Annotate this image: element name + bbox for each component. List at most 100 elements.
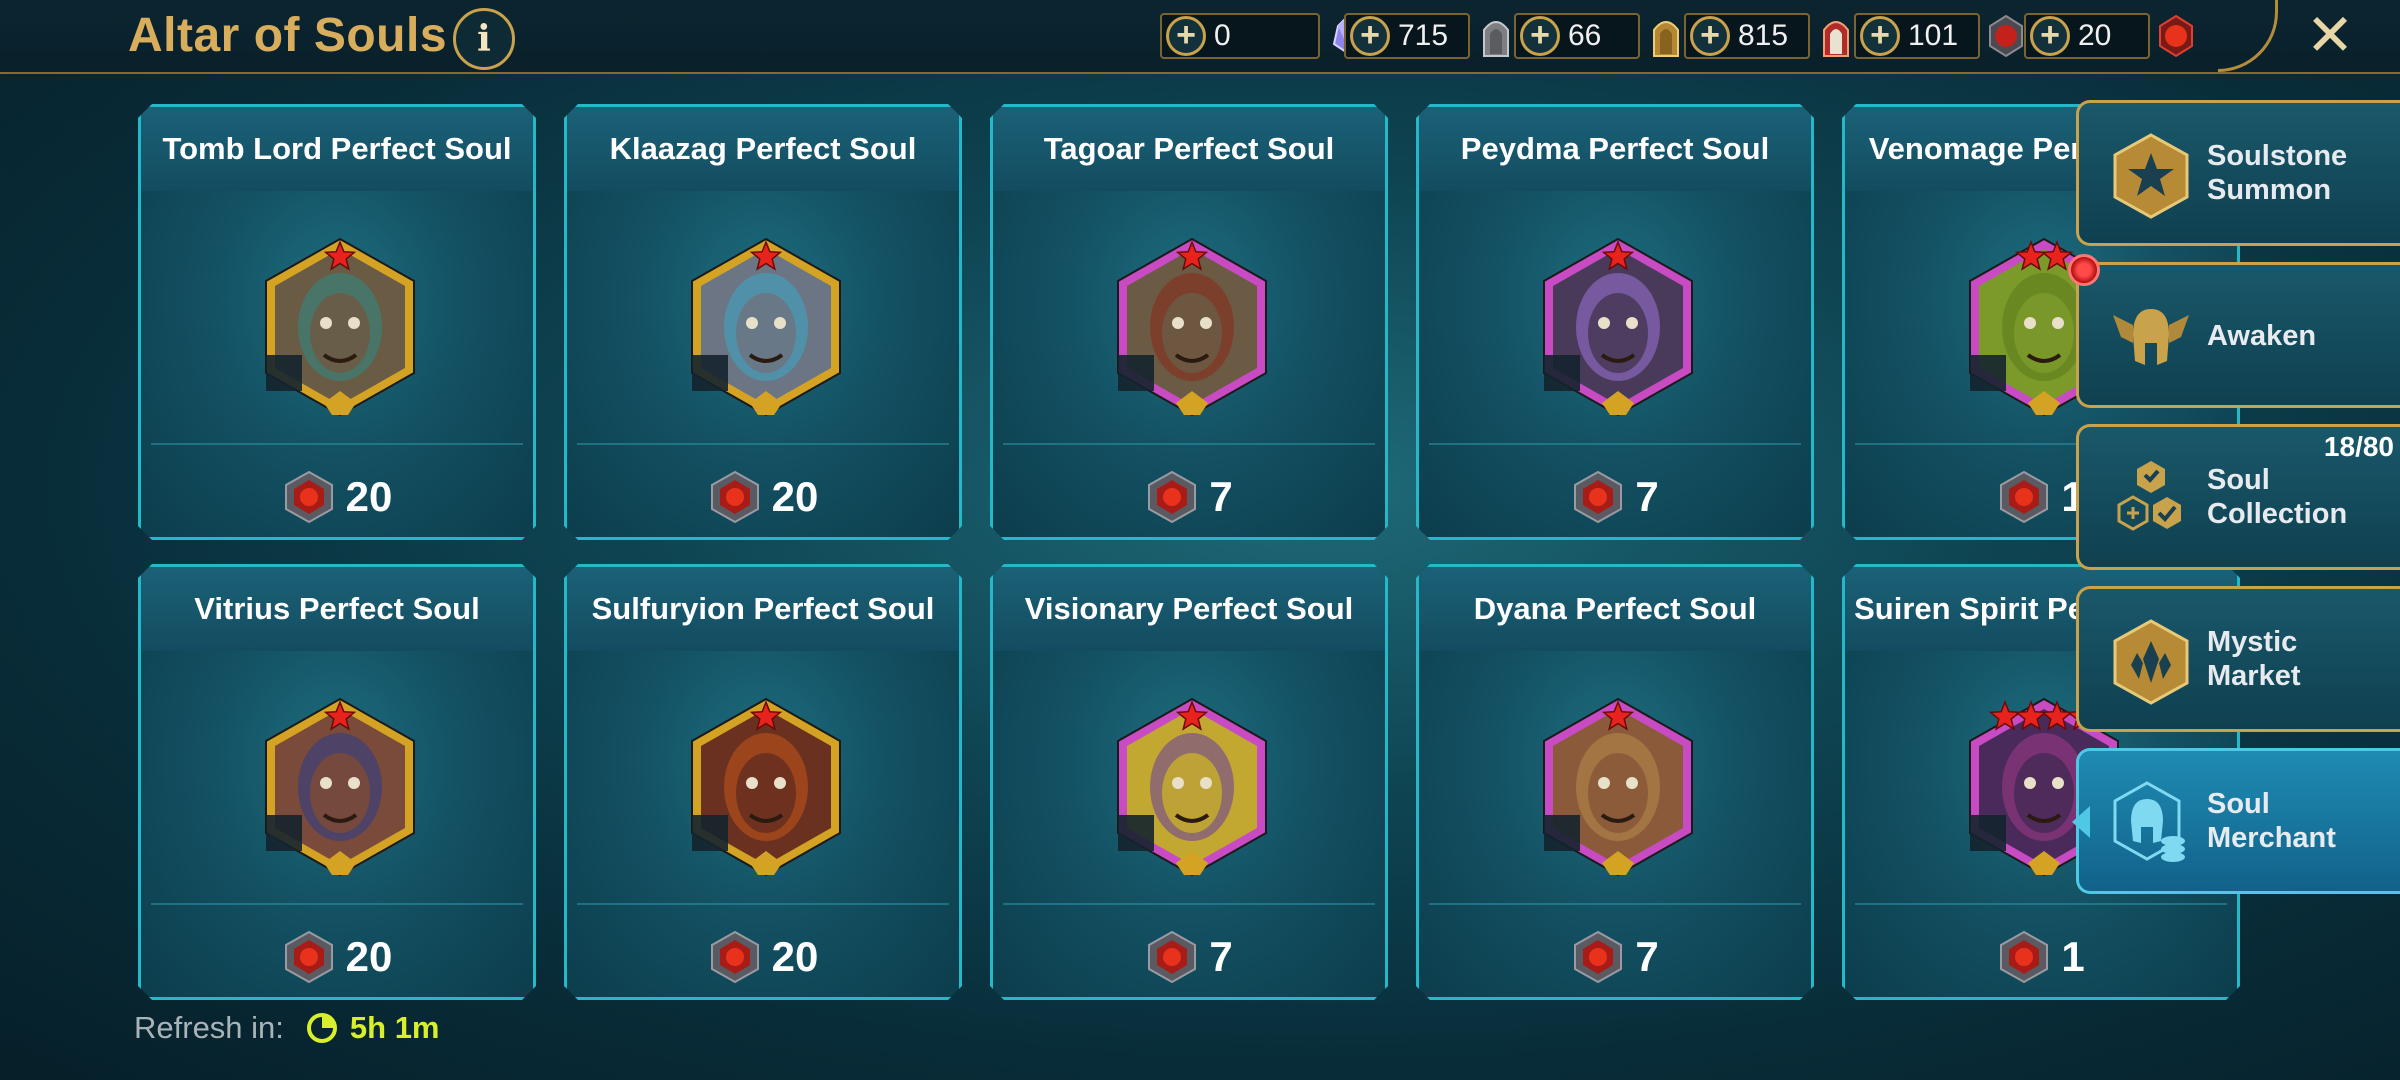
price-value: 1 xyxy=(2061,933,2085,980)
menu-label: Awaken xyxy=(2207,320,2317,352)
soulstone-icon xyxy=(708,930,762,984)
gold-shard-icon xyxy=(1653,21,1679,57)
top-bar: Altar of Souls i + 0 + 715 + 66 + 815 + … xyxy=(0,0,2400,74)
card-price: 7 xyxy=(1419,917,1811,997)
card-divider xyxy=(577,443,949,445)
menu-awaken[interactable]: Awaken xyxy=(2076,262,2400,408)
currency-slot: + 101 xyxy=(1854,10,2026,62)
card-price: 7 xyxy=(1419,457,1811,537)
champion-portrait xyxy=(1538,235,1698,419)
currency-value: 101 xyxy=(1908,19,1959,52)
champion-portrait xyxy=(1112,695,1272,879)
price-value: 20 xyxy=(771,933,819,980)
currency-slot: + 20 xyxy=(2024,10,2196,62)
currency-value: 0 xyxy=(1214,19,1231,52)
champion-portrait xyxy=(260,235,420,419)
currency-value: 715 xyxy=(1398,19,1449,52)
currency-value: 20 xyxy=(2078,19,2112,52)
winged-helmet-icon xyxy=(2113,309,2189,365)
currency-slot: + 66 xyxy=(1514,10,1686,62)
currency-value: 66 xyxy=(1568,19,1602,52)
clock-icon xyxy=(306,1013,337,1043)
menu-label: Soul Merchant xyxy=(2207,788,2336,854)
add-currency-button[interactable]: + xyxy=(1166,16,1206,56)
soul-card[interactable]: Peydma Perfect Soul 7 xyxy=(1416,104,1814,540)
corner-ornament xyxy=(2218,0,2278,72)
card-price: 7 xyxy=(993,917,1385,997)
add-currency-button[interactable]: + xyxy=(2030,16,2070,56)
card-divider xyxy=(577,903,949,905)
refresh-time: 5h 1m xyxy=(349,1010,440,1045)
currency-slot: + 715 xyxy=(1344,10,1516,62)
soul-card-title: Dyana Perfect Soul xyxy=(1419,567,1811,651)
soulstone-icon xyxy=(1571,930,1625,984)
soulstone-icon xyxy=(1571,470,1625,524)
soulstone-icon xyxy=(708,470,762,524)
menu-soul-merchant[interactable]: Soul Merchant xyxy=(2076,748,2400,894)
card-price: 20 xyxy=(567,457,959,537)
star-badge-icon xyxy=(2113,133,2189,219)
champion-portrait xyxy=(1538,695,1698,879)
red-shard-icon xyxy=(1823,21,1849,57)
currency-slot: + 815 xyxy=(1684,10,1856,62)
info-button[interactable]: i xyxy=(453,8,515,70)
price-value: 20 xyxy=(345,933,393,980)
refresh-label: Refresh in: xyxy=(134,1010,284,1045)
soul-card-title: Vitrius Perfect Soul xyxy=(141,567,533,651)
menu-label: Mystic Market xyxy=(2207,626,2301,692)
red-soulstone-icon xyxy=(2159,14,2193,58)
card-divider xyxy=(1429,443,1801,445)
soul-card[interactable]: Tomb Lord Perfect Soul 20 xyxy=(138,104,536,540)
price-value: 7 xyxy=(1209,473,1233,520)
menu-label: Soul Collection xyxy=(2207,464,2348,530)
card-price: 7 xyxy=(993,457,1385,537)
champion-portrait xyxy=(260,695,420,879)
stone-fragment-icon xyxy=(1483,21,1509,57)
refresh-timer: Refresh in: 5h 1m xyxy=(134,1010,440,1046)
add-currency-button[interactable]: + xyxy=(1350,16,1390,56)
soul-card[interactable]: Vitrius Perfect Soul 20 xyxy=(138,564,536,1000)
menu-mystic-market[interactable]: Mystic Market xyxy=(2076,586,2400,732)
soul-card[interactable]: Klaazag Perfect Soul 20 xyxy=(564,104,962,540)
soul-card-title: Peydma Perfect Soul xyxy=(1419,107,1811,191)
soul-card-title: Visionary Perfect Soul xyxy=(993,567,1385,651)
card-divider xyxy=(1429,903,1801,905)
soul-card-title: Tomb Lord Perfect Soul xyxy=(141,107,533,191)
soulstone-icon xyxy=(282,470,336,524)
currency-value: 815 xyxy=(1738,19,1789,52)
soul-card-title: Klaazag Perfect Soul xyxy=(567,107,959,191)
card-price: 20 xyxy=(141,917,533,997)
card-price: 1 xyxy=(1845,917,2237,997)
notification-dot xyxy=(2068,254,2100,286)
menu-soul-collection[interactable]: 18/80 Soul Collection xyxy=(2076,424,2400,570)
crystal-badge-icon xyxy=(2113,619,2189,705)
soul-card[interactable]: Tagoar Perfect Soul 7 xyxy=(990,104,1388,540)
soulstone-icon xyxy=(1145,470,1199,524)
soulstone-icon xyxy=(282,930,336,984)
price-value: 7 xyxy=(1635,933,1659,980)
menu-soulstone-summon[interactable]: Soulstone Summon xyxy=(2076,100,2400,246)
card-divider xyxy=(1003,903,1375,905)
soul-card-title: Sulfuryion Perfect Soul xyxy=(567,567,959,651)
add-currency-button[interactable]: + xyxy=(1520,16,1560,56)
soul-card[interactable]: Sulfuryion Perfect Soul 20 xyxy=(564,564,962,1000)
merchant-helmet-icon xyxy=(2113,781,2185,862)
card-divider xyxy=(1855,903,2227,905)
soul-card-title: Tagoar Perfect Soul xyxy=(993,107,1385,191)
currency-slot: + 0 xyxy=(1160,10,1366,62)
card-price: 20 xyxy=(567,917,959,997)
close-button[interactable]: ✕ xyxy=(2300,6,2360,66)
card-divider xyxy=(1003,443,1375,445)
card-divider xyxy=(151,903,523,905)
page-title: Altar of Souls xyxy=(128,9,448,62)
champion-portrait xyxy=(686,235,846,419)
collection-count: 18/80 xyxy=(2323,431,2394,462)
card-price: 20 xyxy=(141,457,533,537)
soul-card[interactable]: Visionary Perfect Soul 7 xyxy=(990,564,1388,1000)
soul-card[interactable]: Dyana Perfect Soul 7 xyxy=(1416,564,1814,1000)
price-value: 7 xyxy=(1635,473,1659,520)
price-value: 20 xyxy=(345,473,393,520)
add-currency-button[interactable]: + xyxy=(1860,16,1900,56)
add-currency-button[interactable]: + xyxy=(1690,16,1730,56)
active-indicator xyxy=(2072,806,2090,838)
